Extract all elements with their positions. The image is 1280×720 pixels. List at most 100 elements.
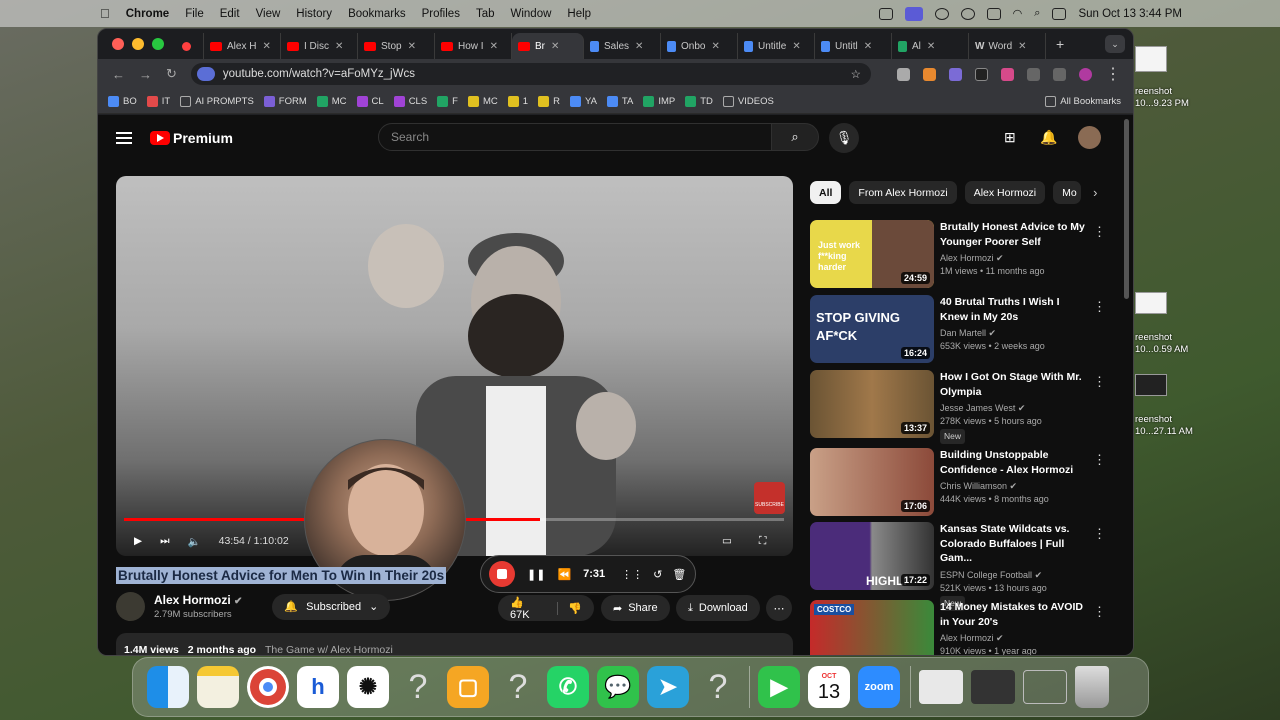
- youtube-logo[interactable]: Premium: [150, 130, 233, 146]
- chevron-right-icon[interactable]: ›: [1093, 185, 1097, 200]
- like-button[interactable]: 👍 67K: [510, 596, 543, 621]
- video-thumbnail[interactable]: HIGHLI 17:22: [810, 522, 934, 590]
- puzzle-icon[interactable]: [1027, 67, 1040, 81]
- chip-alex-hormozi[interactable]: Alex Hormozi: [964, 181, 1046, 204]
- recommendation-item[interactable]: HIGHLI 17:22 Kansas State Wildcats vs. C…: [810, 522, 1120, 611]
- menu-profiles[interactable]: Profiles: [422, 8, 460, 20]
- bookmark-item[interactable]: BO: [108, 95, 137, 107]
- recommendation-channel[interactable]: Chris Williamson ✔: [940, 480, 1090, 493]
- desktop-file-3[interactable]: reenshot 10...27.11 AM: [1135, 414, 1193, 438]
- recommendation-channel[interactable]: Alex Hormozi ✔: [940, 252, 1090, 265]
- bookmark-item[interactable]: MC: [316, 95, 347, 107]
- recommendation-item[interactable]: COSTCO 14 Money Mistakes to AVOID in You…: [810, 600, 1120, 655]
- bookmark-item[interactable]: R: [538, 95, 560, 107]
- download-button[interactable]: ⤓ Download: [676, 595, 760, 621]
- chrome-menu-icon[interactable]: ⋮: [1105, 64, 1121, 84]
- screenshot-thumb[interactable]: [1135, 46, 1167, 72]
- tab-docs[interactable]: Onbo ✕: [661, 33, 738, 59]
- chrome-minimized-icon[interactable]: [1023, 670, 1067, 704]
- subscribed-button[interactable]: 🔔 Subscribed ⌄: [272, 593, 391, 620]
- play-status-icon[interactable]: [960, 7, 975, 20]
- extension-icon[interactable]: [1001, 67, 1014, 81]
- account-avatar[interactable]: [1078, 126, 1101, 149]
- chip-more[interactable]: Mo: [1053, 181, 1082, 204]
- tab-youtube-active[interactable]: Br ✕: [512, 33, 584, 59]
- site-info-icon[interactable]: [196, 67, 215, 81]
- maximize-window-button[interactable]: [152, 38, 164, 50]
- bookmark-item[interactable]: CLS: [393, 95, 427, 107]
- telegram-status-icon[interactable]: [934, 7, 949, 20]
- bookmark-item[interactable]: YA: [569, 95, 597, 107]
- screenshot-thumb[interactable]: [1135, 374, 1167, 396]
- more-options-icon[interactable]: ⋮: [1093, 299, 1106, 315]
- recommendation-title[interactable]: 14 Money Mistakes to AVOID in Your 20's: [940, 600, 1090, 629]
- share-button[interactable]: ➦ Share: [601, 595, 670, 621]
- url-text[interactable]: youtube.com/watch?v=aFoMYz_jWcs: [223, 68, 415, 80]
- telegram-icon[interactable]: ➤: [647, 666, 689, 708]
- more-options-icon[interactable]: ⋮: [1093, 452, 1106, 468]
- trash-icon[interactable]: 🗑: [672, 568, 686, 581]
- tab-youtube[interactable]: Stop ✕: [358, 33, 435, 59]
- bookmark-folder[interactable]: VIDEOS: [722, 95, 774, 107]
- metamask-extension-icon[interactable]: [923, 67, 936, 81]
- subscribe-watermark[interactable]: SUBSCRIBE: [754, 482, 785, 514]
- back-icon[interactable]: ←: [112, 67, 125, 82]
- tab-docs[interactable]: Untitl ✕: [815, 33, 892, 59]
- downloads-stack-icon[interactable]: [919, 670, 963, 704]
- screenshot-thumb[interactable]: [1135, 292, 1167, 314]
- new-tab-button[interactable]: +: [1056, 36, 1064, 52]
- close-window-button[interactable]: [112, 38, 124, 50]
- forward-icon[interactable]: →: [139, 67, 152, 82]
- pause-icon[interactable]: ❚❚: [527, 568, 545, 581]
- bookmark-item[interactable]: F: [437, 95, 458, 107]
- rewind-icon[interactable]: ⏪: [557, 568, 571, 581]
- unknown-app-icon[interactable]: ?: [497, 666, 539, 708]
- bookmark-item[interactable]: FORM: [263, 95, 307, 107]
- recommendation-channel[interactable]: Jesse James West ✔: [940, 402, 1090, 415]
- search-spotlight-icon[interactable]: ⌕: [1034, 7, 1040, 20]
- video-thumbnail[interactable]: Just work f**king harder 24:59: [810, 220, 934, 288]
- window-preview-icon[interactable]: [971, 670, 1015, 704]
- chip-all[interactable]: All: [810, 181, 842, 204]
- channel-avatar[interactable]: [116, 592, 145, 621]
- menu-view[interactable]: View: [256, 8, 281, 20]
- profile-avatar[interactable]: [1079, 67, 1092, 81]
- menu-edit[interactable]: Edit: [220, 8, 240, 20]
- tab-recording[interactable]: [176, 33, 204, 59]
- tab-sheets[interactable]: Al ✕: [892, 33, 969, 59]
- theater-mode-icon[interactable]: ▭: [722, 535, 732, 547]
- chrome-icon[interactable]: [247, 666, 289, 708]
- camera-extension-icon[interactable]: [897, 67, 910, 81]
- desktop-file-2[interactable]: reenshot 10...0.59 AM: [1135, 332, 1188, 356]
- app-icon[interactable]: ▢: [447, 666, 489, 708]
- menu-help[interactable]: Help: [567, 8, 591, 20]
- recommendation-title[interactable]: Building Unstoppable Confidence - Alex H…: [940, 448, 1090, 477]
- bookmark-item[interactable]: MC: [467, 95, 498, 107]
- description-box[interactable]: 1.4M views 2 months ago The Game w/ Alex…: [116, 633, 793, 655]
- dislike-button[interactable]: 👎: [557, 601, 582, 615]
- menu-hamburger-icon[interactable]: [116, 129, 132, 147]
- recommendation-title[interactable]: Brutally Honest Advice to My Younger Poo…: [940, 220, 1090, 249]
- bookmark-folder[interactable]: AI PROMPTS: [180, 95, 254, 107]
- bookmark-item[interactable]: TA: [606, 95, 633, 107]
- search-input[interactable]: Search: [378, 123, 772, 151]
- recommendation-channel[interactable]: ESPN College Football ✔: [940, 569, 1090, 582]
- video-thumbnail[interactable]: STOP GIVING AF*CK 16:24: [810, 295, 934, 363]
- stop-recording-button[interactable]: [489, 561, 515, 587]
- menu-window[interactable]: Window: [511, 8, 552, 20]
- app-icon[interactable]: h: [297, 666, 339, 708]
- status-icon[interactable]: [878, 7, 893, 20]
- video-thumbnail[interactable]: 13:37: [810, 370, 934, 438]
- apple-menu-icon[interactable]: : [100, 6, 110, 21]
- tab-search-chevron-icon[interactable]: ⌄: [1105, 35, 1125, 53]
- chip-from-channel[interactable]: From Alex Hormozi: [849, 181, 957, 204]
- unknown-app-icon[interactable]: ?: [697, 666, 739, 708]
- more-options-icon[interactable]: ⋮: [1093, 224, 1106, 240]
- fullscreen-icon[interactable]: ⛶: [759, 535, 766, 548]
- tab-youtube[interactable]: I Disc ✕: [281, 33, 358, 59]
- video-thumbnail[interactable]: 17:06: [810, 448, 934, 516]
- reload-icon[interactable]: ↻: [166, 66, 177, 82]
- recommendation-item[interactable]: 17:06 Building Unstoppable Confidence - …: [810, 448, 1120, 516]
- clock[interactable]: Sun Oct 13 3:44 PM: [1078, 8, 1182, 20]
- notes-icon[interactable]: [197, 666, 239, 708]
